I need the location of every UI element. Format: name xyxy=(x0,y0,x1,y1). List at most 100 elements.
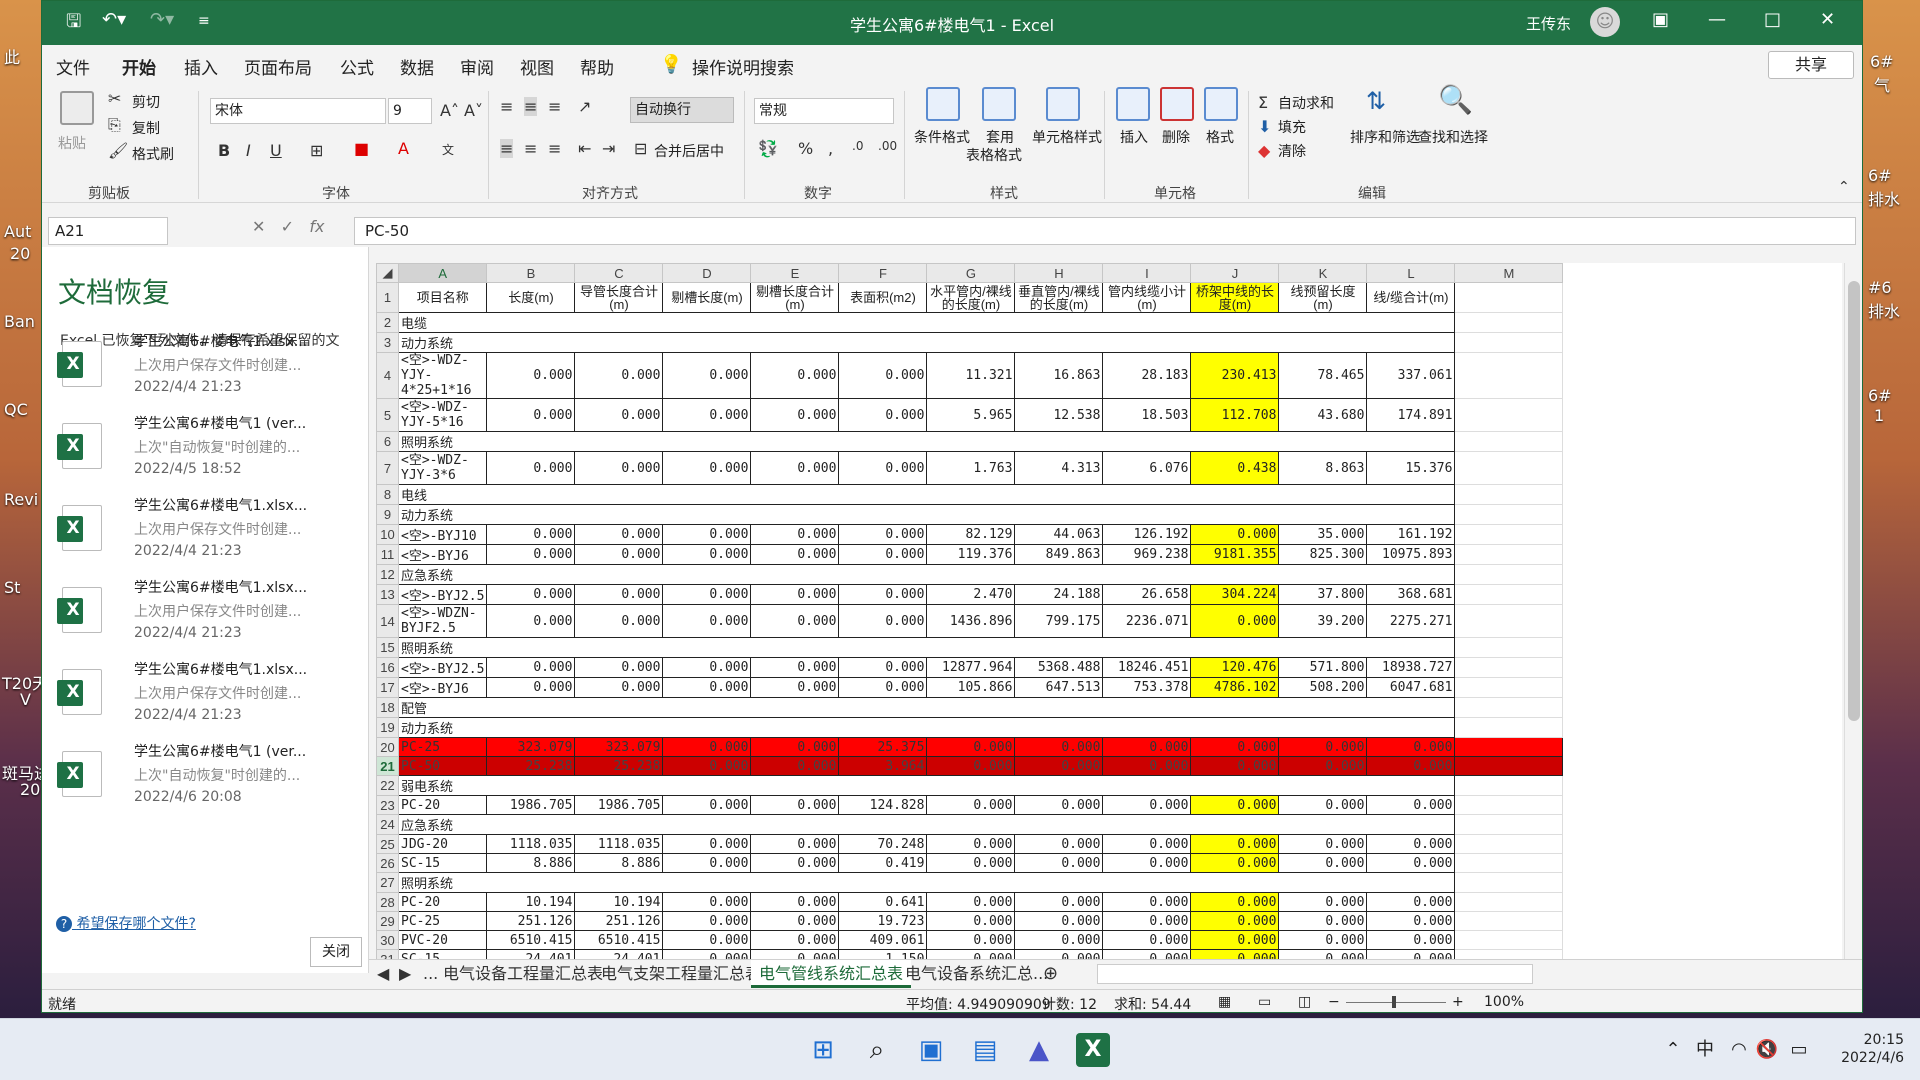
cell[interactable]: 0.000 xyxy=(926,795,1016,815)
app-icon[interactable]: ▤ xyxy=(968,1033,1002,1067)
cell[interactable] xyxy=(1454,737,1564,757)
cut-button[interactable]: 剪切 xyxy=(132,92,160,112)
cell[interactable] xyxy=(1454,892,1564,912)
cell[interactable]: PC-20 xyxy=(397,795,488,815)
header-cell[interactable]: 水平管内/裸线的长度(m) xyxy=(926,282,1016,313)
desktop-icon-label[interactable]: 6# xyxy=(1868,386,1892,405)
page-break-view-icon[interactable]: ◫ xyxy=(1298,994,1311,1010)
zoom-out-icon[interactable]: − xyxy=(1328,994,1340,1010)
collapse-ribbon-icon[interactable]: ⌃ xyxy=(1838,179,1850,195)
cell[interactable]: PVC-20 xyxy=(397,930,488,950)
cell[interactable]: 0.000 xyxy=(662,677,752,698)
cell[interactable]: <空>-BYJ6 xyxy=(397,544,488,565)
cell[interactable]: 0.000 xyxy=(1102,892,1192,912)
cell[interactable]: 0.000 xyxy=(574,398,664,432)
cell[interactable]: 0.000 xyxy=(1278,795,1368,815)
cell[interactable]: 10.194 xyxy=(486,892,576,912)
sheet-tab-active[interactable]: 电气管线系统汇总表 xyxy=(751,960,912,988)
cell[interactable]: 0.000 xyxy=(1190,911,1280,931)
row-header[interactable]: 24 xyxy=(376,814,399,835)
more-sheets-button[interactable]: ... xyxy=(423,960,438,988)
orientation-icon[interactable]: ↗ xyxy=(578,97,591,116)
cell[interactable]: 0.000 xyxy=(750,795,840,815)
select-all-corner[interactable]: ◢ xyxy=(376,263,399,283)
insert-cells-icon[interactable] xyxy=(1116,87,1150,121)
desktop-icon-label[interactable]: St xyxy=(4,578,20,597)
ribbon-display-icon[interactable]: ▣ xyxy=(1652,9,1669,30)
section-label-cell[interactable]: 动力系统 xyxy=(397,717,1456,738)
section-label-cell[interactable]: 应急系统 xyxy=(397,564,1456,585)
cell[interactable] xyxy=(1454,677,1564,698)
row-header[interactable]: 28 xyxy=(376,892,399,912)
borders-icon[interactable]: ⊞ xyxy=(310,141,323,160)
cell[interactable]: 409.061 xyxy=(838,930,928,950)
cell[interactable]: 0.000 xyxy=(926,756,1016,776)
cut-icon[interactable]: ✂ xyxy=(108,89,121,108)
clock[interactable]: 20:15 2022/4/6 xyxy=(1841,1031,1904,1067)
recovery-file-item[interactable]: X 学生公寓6#楼电气1.xlsx... 上次用户保存文件时创建... 2022… xyxy=(57,659,362,739)
cell[interactable]: 0.000 xyxy=(750,398,840,432)
cell[interactable]: 0.000 xyxy=(926,853,1016,873)
cell[interactable]: 0.000 xyxy=(662,604,752,638)
normal-view-icon[interactable]: ▦ xyxy=(1218,994,1231,1010)
column-header[interactable]: H xyxy=(1014,263,1104,283)
row-header[interactable]: 8 xyxy=(376,484,399,505)
sheet-tab[interactable]: 电气设备工程量汇总表 xyxy=(443,960,603,988)
cell[interactable]: 0.000 xyxy=(1278,737,1368,757)
confirm-entry-icon[interactable]: ✓ xyxy=(281,217,294,236)
cell[interactable]: 1986.705 xyxy=(574,795,664,815)
cell[interactable]: <空>-BYJ2.5 xyxy=(397,657,488,678)
cell[interactable]: 0.000 xyxy=(926,930,1016,950)
row-header[interactable]: 1 xyxy=(376,282,399,313)
cell[interactable]: 18246.451 xyxy=(1102,657,1192,678)
desktop-icon-label[interactable]: 6# xyxy=(1870,52,1894,71)
increase-indent-icon[interactable]: ⇥ xyxy=(602,139,615,158)
fill-color-icon[interactable]: ■ xyxy=(354,139,369,158)
cell[interactable] xyxy=(1454,451,1564,485)
cell[interactable]: 0.000 xyxy=(1366,795,1456,815)
phonetic-icon[interactable]: 文 xyxy=(442,141,454,158)
cell[interactable]: 120.476 xyxy=(1190,657,1280,678)
section-label-cell[interactable]: 动力系统 xyxy=(397,332,1456,353)
delete-cells-button[interactable]: 删除 xyxy=(1162,127,1190,147)
cell[interactable]: 0.000 xyxy=(1278,756,1368,776)
user-name[interactable]: 王传东 xyxy=(1526,13,1571,34)
cell[interactable]: 0.000 xyxy=(750,352,840,399)
cell[interactable]: 0.000 xyxy=(750,677,840,698)
cell[interactable]: 43.680 xyxy=(1278,398,1368,432)
cell[interactable]: 0.000 xyxy=(750,892,840,912)
sort-filter-icon[interactable]: ⇅ xyxy=(1366,87,1386,115)
cell[interactable]: 0.000 xyxy=(662,892,752,912)
cell[interactable]: 0.000 xyxy=(662,853,752,873)
cell[interactable]: 8.886 xyxy=(486,853,576,873)
cell[interactable]: 251.126 xyxy=(486,911,576,931)
insert-function-icon[interactable]: fx xyxy=(309,217,324,236)
cell[interactable]: 0.000 xyxy=(574,657,664,678)
cell[interactable]: 78.465 xyxy=(1278,352,1368,399)
cell[interactable]: 25.238 xyxy=(486,756,576,776)
cell[interactable]: 753.378 xyxy=(1102,677,1192,698)
cell[interactable]: 0.000 xyxy=(750,737,840,757)
cell[interactable]: 1118.035 xyxy=(574,834,664,854)
cell[interactable]: 0.000 xyxy=(1102,949,1192,959)
format-painter-button[interactable]: 格式刷 xyxy=(132,144,174,164)
cell[interactable]: PC-50 xyxy=(397,756,488,776)
italic-icon[interactable]: I xyxy=(246,141,251,160)
cell[interactable] xyxy=(1454,949,1564,959)
cell[interactable]: 0.000 xyxy=(750,834,840,854)
decrease-indent-icon[interactable]: ⇤ xyxy=(578,139,591,158)
cell[interactable]: 35.000 xyxy=(1278,524,1368,545)
header-cell[interactable]: 表面积(m2) xyxy=(838,282,928,313)
cell[interactable]: 11.321 xyxy=(926,352,1016,399)
cell[interactable]: 119.376 xyxy=(926,544,1016,565)
cell[interactable]: 25.238 xyxy=(574,756,664,776)
cell[interactable]: 0.000 xyxy=(1278,853,1368,873)
row-header[interactable]: 5 xyxy=(376,398,399,432)
recovery-file-item[interactable]: X 学生公寓6#楼电气1 (ver... 上次"自动恢复"时创建的... 202… xyxy=(57,413,362,493)
align-top-icon[interactable]: ≡ xyxy=(500,97,513,116)
app-icon[interactable]: ▲ xyxy=(1022,1033,1056,1067)
insert-cells-button[interactable]: 插入 xyxy=(1120,127,1148,147)
name-box[interactable]: A21 xyxy=(48,217,168,245)
find-select-icon[interactable]: 🔍 xyxy=(1438,83,1473,116)
cell[interactable]: <空>-WDZN-BYJF2.5 xyxy=(397,604,488,638)
